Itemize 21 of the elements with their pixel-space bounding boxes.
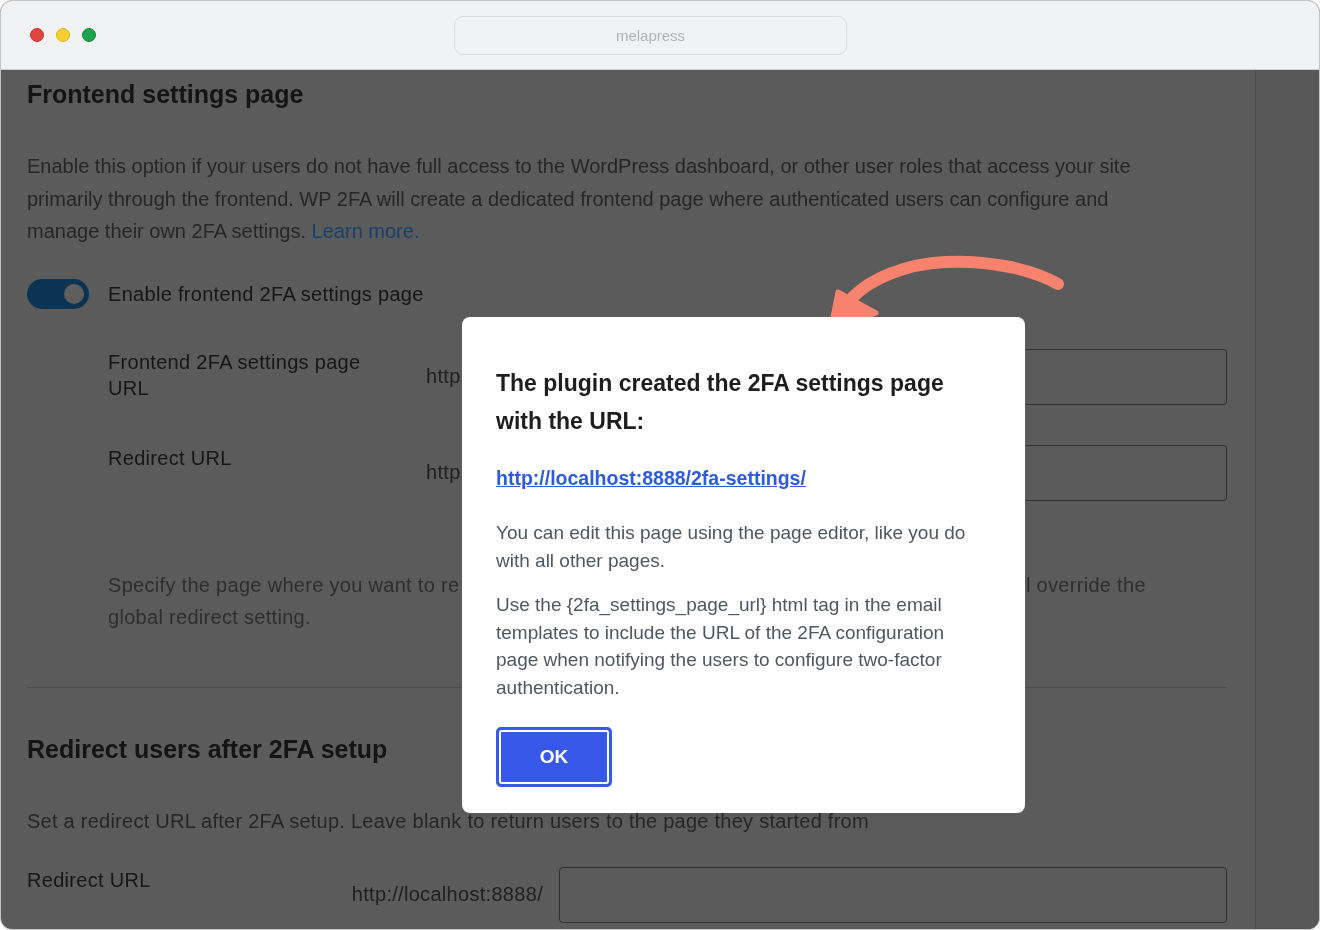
url-input[interactable]: [559, 866, 1227, 923]
url-input[interactable]: [1026, 444, 1227, 501]
dialog-text: You can edit this page using the page editor, like you do with all other pages.: [496, 521, 967, 573]
toggle-switch[interactable]: [27, 278, 89, 309]
url-prefix: http: [426, 461, 461, 484]
url-prefix: http://localhost:8888/: [351, 883, 543, 906]
close-icon[interactable]: [30, 28, 44, 42]
settings-page-link[interactable]: http://localhost:8888/2fa-settings/: [496, 467, 806, 489]
dialog-text: Use the {2fa_settings_page_url} html tag in the email templates to include the URL of the 2FA configuration page when notifying the users to configure two-factor authentication.: [496, 593, 946, 700]
minimize-icon[interactable]: [56, 28, 70, 42]
section-heading: Frontend settings page: [27, 79, 304, 109]
url-input[interactable]: [1026, 348, 1227, 405]
maximize-icon[interactable]: [82, 28, 96, 42]
dialog-title: The plugin created the 2FA settings page with the URL:: [496, 369, 945, 436]
field-label: Redirect URL: [27, 867, 151, 893]
toggle-label: Enable frontend 2FA settings page: [108, 281, 424, 307]
field-label: Frontend 2FA settings page URL: [108, 349, 362, 401]
url-prefix: http: [426, 365, 461, 388]
field-label: Redirect URL: [108, 445, 233, 471]
section-heading: Redirect users after 2FA setup: [27, 733, 388, 764]
ok-button[interactable]: OK: [496, 727, 612, 787]
